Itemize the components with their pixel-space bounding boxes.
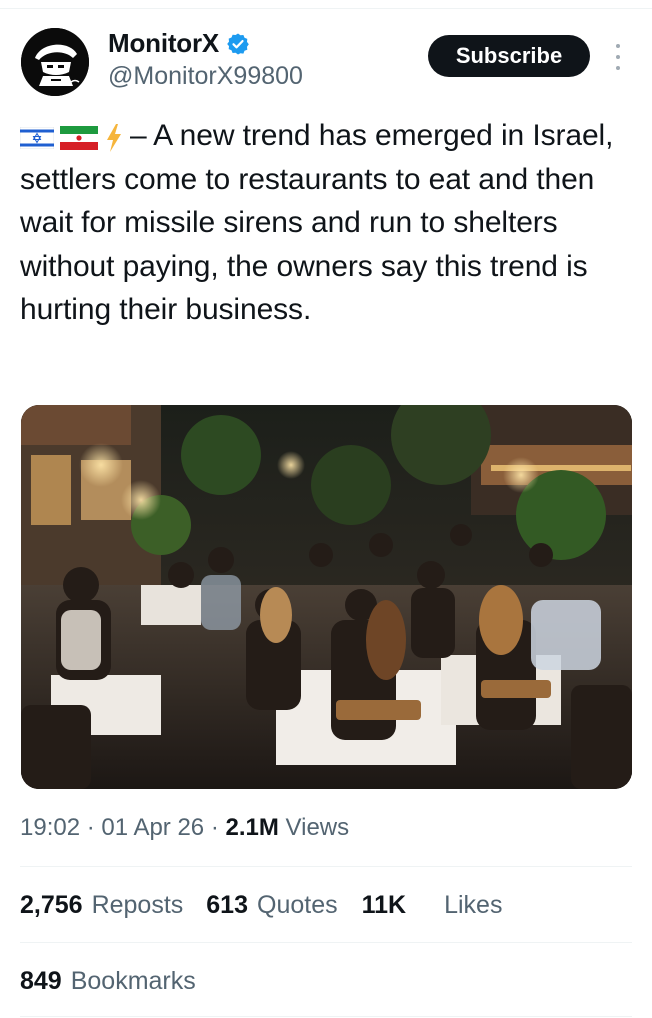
post-meta: 19:02 · 01 Apr 26 · 2.1M Views — [20, 814, 349, 842]
bookmarks-stat[interactable]: 849 Bookmarks — [20, 967, 196, 996]
israel-flag-icon — [20, 127, 54, 149]
divider — [20, 866, 632, 867]
meta-separator: · — [210, 814, 219, 841]
likes-label: Likes — [444, 891, 503, 919]
lightning-icon — [107, 124, 121, 152]
author-name-row[interactable]: MonitorX — [108, 28, 250, 59]
post-date[interactable]: 01 Apr 26 — [101, 814, 204, 841]
lead-icons — [20, 123, 124, 153]
post-text: – A new trend has emerged in Israel, set… — [20, 114, 630, 332]
views-count: 2.1M — [225, 814, 279, 841]
top-divider — [0, 0, 652, 9]
engagement-stats: 2,756 Reposts 613 Quotes 11K Likes — [20, 891, 502, 920]
author-name[interactable]: MonitorX — [108, 28, 219, 59]
views-label: Views — [285, 814, 350, 841]
photo-crowded-outdoor-restaurant-night — [21, 405, 632, 789]
bookmarks-count: 849 — [20, 967, 62, 995]
divider — [20, 942, 632, 943]
subscribe-button[interactable]: Subscribe — [428, 35, 590, 77]
post-media-image[interactable] — [21, 405, 632, 789]
reposts-label: Reposts — [91, 891, 184, 919]
likes-count: 11K — [361, 891, 407, 919]
avatar[interactable] — [21, 28, 89, 96]
masked-figure-logo-icon — [21, 28, 89, 96]
quotes-count: 613 — [206, 891, 248, 919]
reposts-stat[interactable]: 2,756 Reposts — [20, 891, 183, 920]
post-time[interactable]: 19:02 — [20, 814, 80, 841]
author-handle[interactable]: @MonitorX99800 — [108, 62, 303, 91]
meta-separator: · — [86, 814, 95, 841]
verified-badge-icon — [227, 33, 249, 54]
likes-stat[interactable]: 11K Likes — [362, 891, 503, 920]
iran-flag-icon — [60, 126, 98, 150]
bookmarks-label: Bookmarks — [70, 967, 196, 995]
reposts-count: 2,756 — [20, 891, 83, 919]
quotes-stat[interactable]: 613 Quotes — [206, 891, 337, 920]
quotes-label: Quotes — [257, 891, 338, 919]
divider — [20, 1016, 632, 1017]
more-options-icon[interactable] — [608, 44, 628, 70]
